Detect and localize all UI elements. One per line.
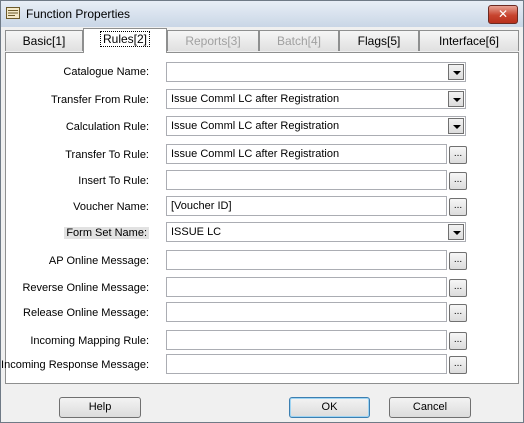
tab-interface-label: Interface[6] [438,34,500,48]
insert-to-rule-label: Insert To Rule: [78,175,149,187]
tab-flags-label: Flags[5] [357,34,401,48]
title-bar[interactable]: Function Properties ✕ [1,1,523,27]
transfer-from-rule-label: Transfer From Rule: [50,94,149,106]
tab-strip: Basic[1] Rules[2] Reports[3] Batch[4] Fl… [5,28,519,53]
tab-reports[interactable]: Reports[3] [167,30,259,51]
voucher-name-label: Voucher Name: [73,201,149,213]
function-properties-dialog: Function Properties ✕ Basic[1] Rules[2] … [0,0,524,423]
release-online-message-browse-button[interactable]: ... [449,304,467,322]
tab-batch[interactable]: Batch[4] [259,30,339,51]
chevron-down-icon[interactable] [448,118,464,134]
tab-reports-label: Reports[3] [185,34,241,48]
tab-flags[interactable]: Flags[5] [339,30,419,51]
transfer-to-rule-browse-button[interactable]: ... [449,146,467,164]
ok-button[interactable]: OK [289,397,370,418]
voucher-name-browse-button[interactable]: ... [449,198,467,216]
cancel-button[interactable]: Cancel [389,397,471,418]
tab-batch-label: Batch[4] [276,34,322,48]
close-icon: ✕ [497,7,509,21]
voucher-name-value: [Voucher ID] [171,200,232,212]
ap-online-message-input[interactable] [166,250,447,270]
transfer-from-rule-select[interactable]: Issue Comml LC after Registration [166,89,466,109]
chevron-down-icon[interactable] [448,91,464,107]
incoming-mapping-rule-input[interactable] [166,330,447,350]
form-set-name-label: Form Set Name: [64,227,149,239]
chevron-down-icon[interactable] [448,64,464,80]
form-set-name-value: ISSUE LC [171,226,222,238]
calculation-rule-value: Issue Comml LC after Registration [171,120,340,132]
incoming-mapping-rule-label: Incoming Mapping Rule: [30,335,149,347]
app-icon [6,7,20,19]
tab-rules[interactable]: Rules[2] [83,28,167,53]
calculation-rule-label: Calculation Rule: [65,121,149,133]
calculation-rule-select[interactable]: Issue Comml LC after Registration [166,116,466,136]
ap-online-message-label: AP Online Message: [48,255,149,267]
incoming-mapping-rule-browse-button[interactable]: ... [449,332,467,350]
transfer-to-rule-value: Issue Comml LC after Registration [171,148,340,160]
reverse-online-message-label: Reverse Online Message: [22,282,149,294]
transfer-from-rule-value: Issue Comml LC after Registration [171,93,340,105]
ap-online-message-browse-button[interactable]: ... [449,252,467,270]
release-online-message-input[interactable] [166,302,447,322]
transfer-to-rule-label: Transfer To Rule: [65,149,149,161]
catalogue-name-label: Catalogue Name: [63,66,149,78]
window-title: Function Properties [26,7,131,21]
close-button[interactable]: ✕ [488,5,518,24]
release-online-message-label: Release Online Message: [23,307,149,319]
insert-to-rule-browse-button[interactable]: ... [449,172,467,190]
tab-interface[interactable]: Interface[6] [419,30,519,51]
incoming-response-message-label: Incoming Response Message: [1,359,149,371]
incoming-response-message-browse-button[interactable]: ... [449,356,467,374]
transfer-to-rule-input[interactable]: Issue Comml LC after Registration [166,144,447,164]
incoming-response-message-input[interactable] [166,354,447,374]
tab-basic[interactable]: Basic[1] [5,30,83,51]
help-button[interactable]: Help [59,397,141,418]
tab-rules-label: Rules[2] [99,31,151,47]
reverse-online-message-browse-button[interactable]: ... [449,279,467,297]
tab-basic-label: Basic[1] [22,34,66,48]
reverse-online-message-input[interactable] [166,277,447,297]
chevron-down-icon[interactable] [448,224,464,240]
insert-to-rule-input[interactable] [166,170,447,190]
catalogue-name-select[interactable] [166,62,466,82]
form-set-name-select[interactable]: ISSUE LC [166,222,466,242]
voucher-name-input[interactable]: [Voucher ID] [166,196,447,216]
